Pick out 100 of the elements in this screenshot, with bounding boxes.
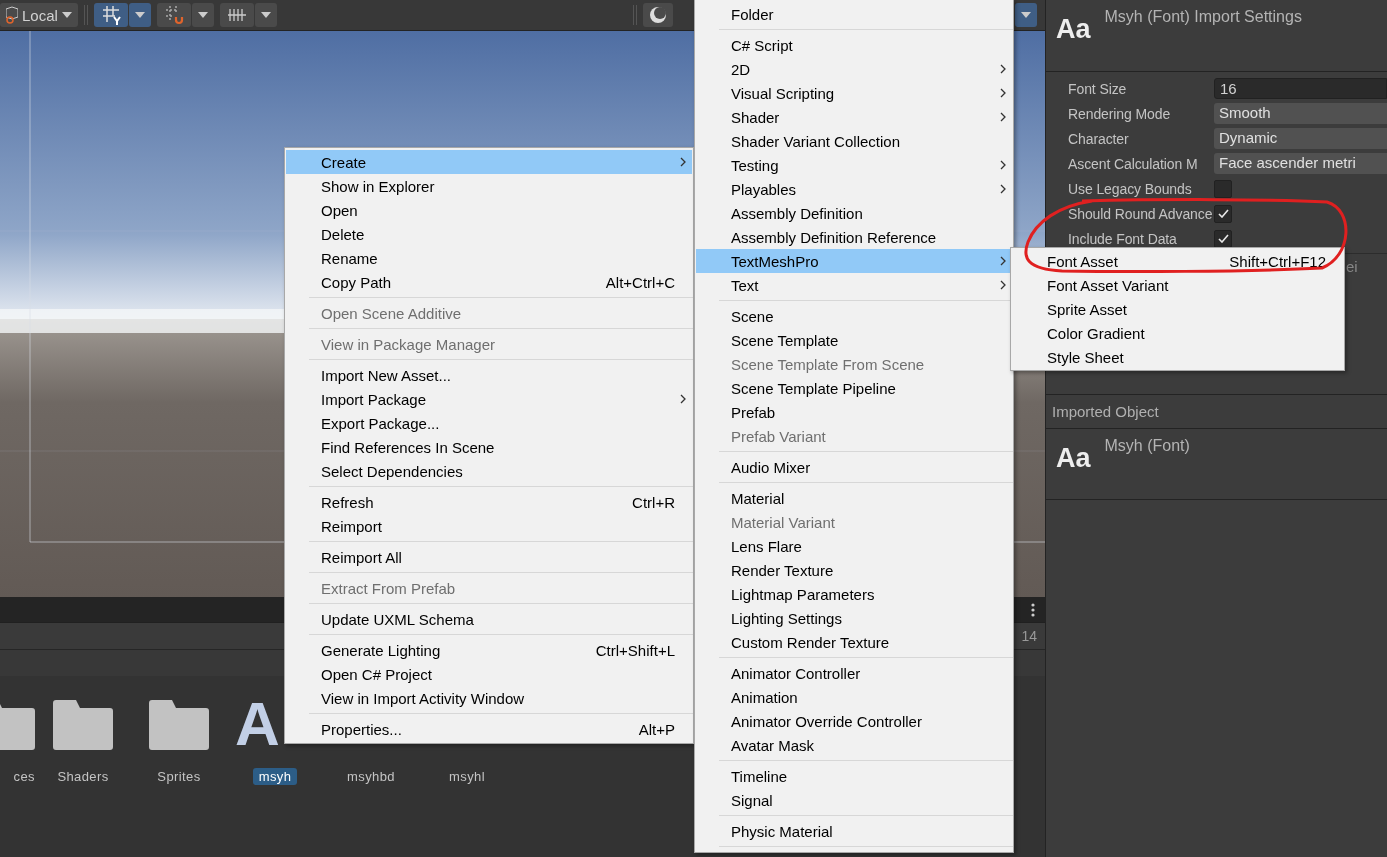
menu-item[interactable]: Scene Template Pipeline — [696, 376, 1012, 400]
menu-item[interactable]: Lighting Settings — [696, 606, 1012, 630]
menu-item[interactable]: Properties... Alt+P — [286, 717, 692, 741]
chevron-right-icon — [1000, 184, 1006, 194]
shortcut-label: Alt+P — [638, 720, 675, 738]
field-text: ei — [1346, 258, 1358, 275]
chevron-right-icon — [680, 157, 686, 167]
menu-item[interactable]: Animator Controller — [696, 661, 1012, 685]
chevron-right-icon — [1000, 256, 1006, 266]
menu-item[interactable]: Scene — [696, 304, 1012, 328]
menu-item[interactable]: Custom Render Texture — [696, 630, 1012, 654]
menu-item[interactable]: Show in Explorer — [286, 174, 692, 198]
asset-name[interactable]: ces — [7, 768, 41, 785]
menu-item[interactable]: 2D — [696, 57, 1012, 81]
dropdown[interactable]: Smooth — [1214, 103, 1387, 124]
shortcut-label: Shift+Ctrl+F12 — [1229, 252, 1326, 270]
dropdown[interactable]: Face ascender metri — [1214, 153, 1387, 174]
menu-item[interactable]: Render Texture — [696, 558, 1012, 582]
menu-item[interactable]: Create — [286, 150, 692, 174]
asset-name[interactable]: Shaders — [51, 768, 115, 785]
caret-icon — [134, 12, 145, 18]
menu-item[interactable]: Open C# Project — [286, 662, 692, 686]
chevron-right-icon — [680, 394, 686, 404]
menu-item[interactable]: Prefab — [696, 400, 1012, 424]
menu-item[interactable]: Refresh Ctrl+R — [286, 490, 692, 514]
menu-item[interactable]: Animation — [696, 685, 1012, 709]
section-header: Imported Object — [1046, 395, 1387, 429]
menu-item[interactable]: Rename — [286, 246, 692, 270]
checkbox[interactable] — [1214, 179, 1232, 198]
font-icon: Aa — [1056, 443, 1091, 493]
font-icon: Aa — [1056, 14, 1091, 65]
checkbox[interactable] — [1214, 204, 1232, 223]
menu-item[interactable]: Reimport All — [286, 545, 692, 569]
menu-item[interactable]: Font Asset Variant — [1012, 273, 1343, 297]
space-dropdown[interactable]: Local — [0, 3, 78, 27]
menu-item[interactable]: Lens Flare — [696, 534, 1012, 558]
menu-item[interactable]: Select Dependencies — [286, 459, 692, 483]
menu-item[interactable]: Folder — [696, 2, 1012, 26]
toolbar-button[interactable] — [219, 3, 254, 27]
text-field[interactable]: 16 — [1214, 78, 1387, 99]
menu-item[interactable]: Scene Template — [696, 328, 1012, 352]
dropdown-button[interactable] — [1015, 3, 1037, 27]
menu-item[interactable]: Generate Lighting Ctrl+Shift+L — [286, 638, 692, 662]
caret-icon — [260, 12, 271, 18]
menu-item[interactable]: Assembly Definition Reference — [696, 225, 1012, 249]
asset-name[interactable]: msyh — [252, 768, 298, 785]
property-label: Rendering Mode — [1067, 105, 1172, 122]
menu-item[interactable]: Lightmap Parameters — [696, 582, 1012, 606]
menu-item[interactable]: Copy Path Alt+Ctrl+C — [286, 270, 692, 294]
menu-item[interactable]: Avatar Mask — [696, 733, 1012, 757]
menu-item[interactable]: Delete — [286, 222, 692, 246]
menu-item[interactable]: Open — [286, 198, 692, 222]
folder-icon — [53, 698, 113, 750]
menu-item[interactable]: Export Package... — [286, 411, 692, 435]
folder-icon — [149, 698, 209, 750]
menu-item[interactable]: Material — [696, 486, 1012, 510]
menu-item[interactable]: C# Script — [696, 33, 1012, 57]
menu-item[interactable]: Shader Variant Collection — [696, 129, 1012, 153]
shading-button[interactable] — [643, 3, 673, 27]
menu-item[interactable]: Import New Asset... — [286, 363, 692, 387]
menu-item[interactable]: Timeline — [696, 764, 1012, 788]
menu-item[interactable]: Reimport — [286, 514, 692, 538]
menu-item[interactable]: Assembly Definition — [696, 201, 1012, 225]
menu-item[interactable]: Playables — [696, 177, 1012, 201]
dropdown[interactable]: Dynamic — [1214, 128, 1387, 149]
object-name: Msyh (Font) — [1104, 437, 1190, 456]
menu-item[interactable]: Font Asset Shift+Ctrl+F12 — [1012, 249, 1343, 273]
menu-item[interactable]: Visual Scripting — [696, 81, 1012, 105]
menu-item[interactable]: Signal — [696, 788, 1012, 812]
menu-item[interactable]: Find References In Scene — [286, 435, 692, 459]
menu-item[interactable]: Import Package — [286, 387, 692, 411]
checkbox[interactable] — [1214, 229, 1232, 248]
menu-item[interactable]: TextMeshPro — [696, 249, 1012, 273]
more-icon[interactable] — [1031, 602, 1035, 617]
menu-item[interactable]: Audio Mixer — [696, 455, 1012, 479]
menu-item[interactable]: View in Import Activity Window — [286, 686, 692, 710]
shortcut-label: Alt+Ctrl+C — [605, 273, 675, 291]
property-label: Include Font Data — [1067, 230, 1178, 247]
menu-item[interactable]: Color Gradient — [1012, 321, 1343, 345]
menu-item[interactable]: Text — [696, 273, 1012, 297]
toolbar-button[interactable] — [93, 3, 128, 27]
menu-item[interactable]: Animator Override Controller — [696, 709, 1012, 733]
dropdown-button[interactable] — [191, 3, 214, 27]
chevron-right-icon — [1000, 64, 1006, 74]
cube-icon — [6, 6, 18, 24]
menu-item[interactable]: Shader — [696, 105, 1012, 129]
dropdown-button[interactable] — [254, 3, 277, 27]
menu-item[interactable]: Style Sheet — [1012, 345, 1343, 369]
property-label: Use Legacy Bounds — [1067, 180, 1193, 197]
asset-name[interactable]: msyhl — [443, 768, 491, 785]
property-label: Ascent Calculation M — [1067, 155, 1199, 172]
caret-icon — [61, 12, 72, 18]
asset-name[interactable]: Sprites — [151, 768, 207, 785]
menu-item[interactable]: Sprite Asset — [1012, 297, 1343, 321]
dropdown-button[interactable] — [128, 3, 151, 27]
menu-item[interactable]: Testing — [696, 153, 1012, 177]
menu-item[interactable]: Physic Material — [696, 819, 1012, 843]
shortcut-label: Ctrl+R — [632, 493, 675, 511]
asset-name[interactable]: msyhbd — [341, 768, 401, 785]
menu-item[interactable]: Update UXML Schema — [286, 607, 692, 631]
